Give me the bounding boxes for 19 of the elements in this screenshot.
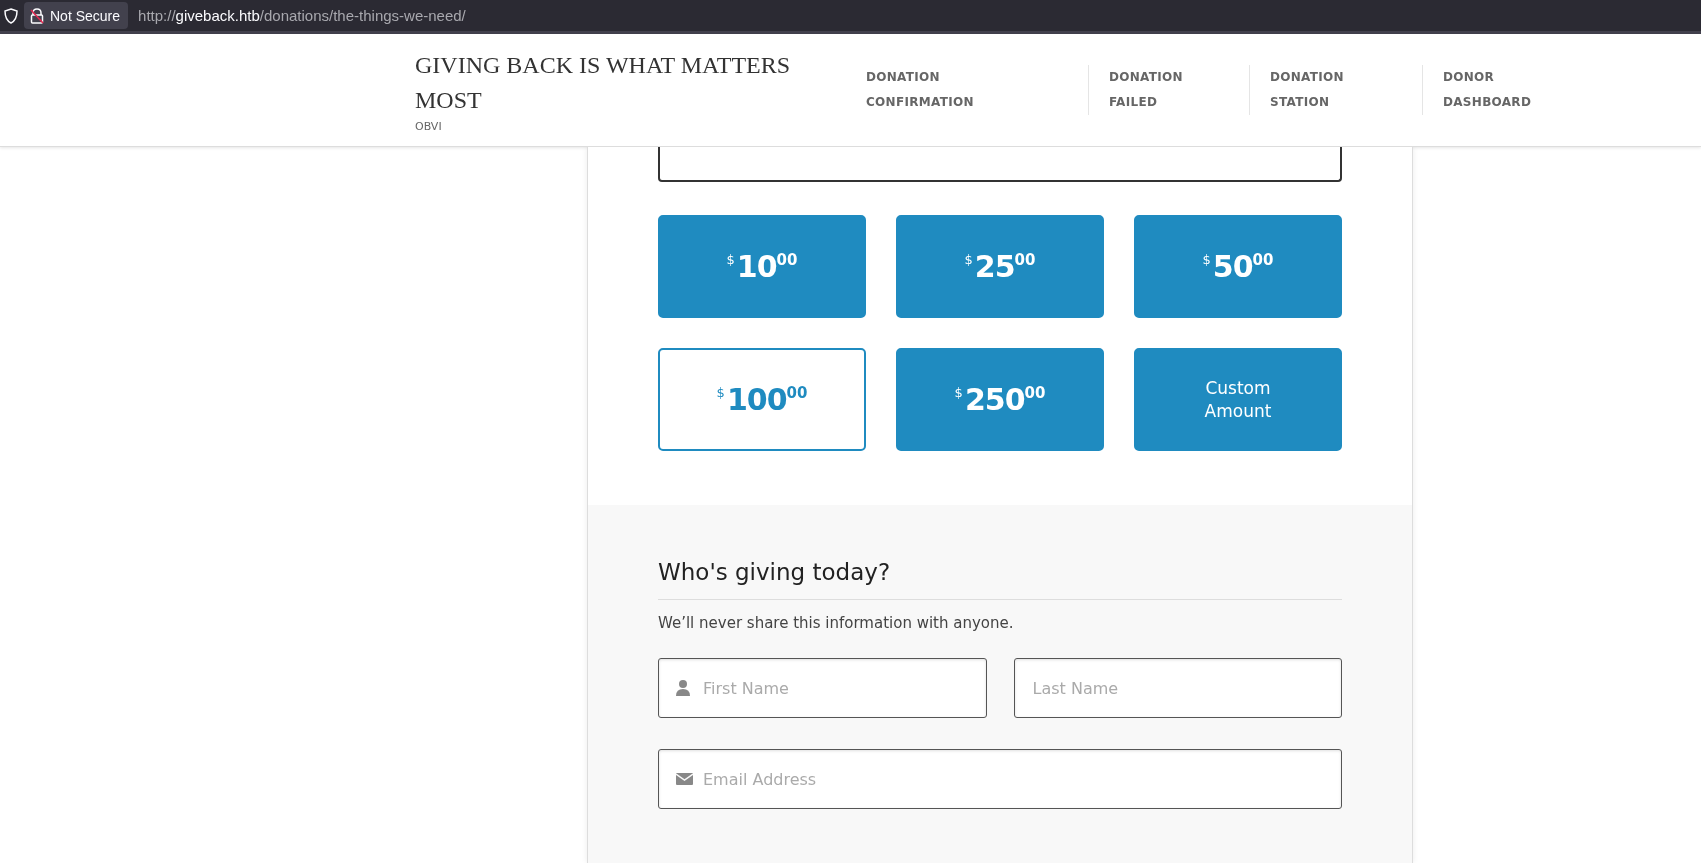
nav-link[interactable]: DONATION FAILED <box>1109 65 1183 115</box>
url-field[interactable]: http://giveback.htb/donations/the-things-we-need/ <box>134 7 466 24</box>
privacy-note: We’ll never share this information with anyone. <box>658 614 1015 632</box>
nav-link[interactable]: DONOR DASHBOARD <box>1443 65 1532 115</box>
amount-field[interactable] <box>658 147 1342 182</box>
input-field[interactable]: Last Name <box>1013 658 1342 718</box>
crossed-lock-icon <box>30 7 44 24</box>
person-icon <box>676 680 690 696</box>
shield-icon[interactable] <box>4 7 18 24</box>
security-indicator[interactable]: Not Secure <box>24 2 129 29</box>
input-field[interactable]: Email Address <box>658 749 1342 809</box>
section-heading: Who's giving today? <box>658 559 1342 600</box>
amount-button[interactable]: Custom Amount <box>1134 348 1342 451</box>
envelope-icon <box>676 773 693 785</box>
nav-link[interactable]: DONATION CONFIRMATION <box>866 65 974 115</box>
site-tagline: OBVI <box>415 119 443 133</box>
site-title[interactable]: GIVING BACK IS WHAT MATTERS MOST <box>415 47 795 118</box>
nav-link[interactable]: DONATION STATION <box>1270 65 1344 115</box>
input-field[interactable]: First Name <box>658 658 987 718</box>
